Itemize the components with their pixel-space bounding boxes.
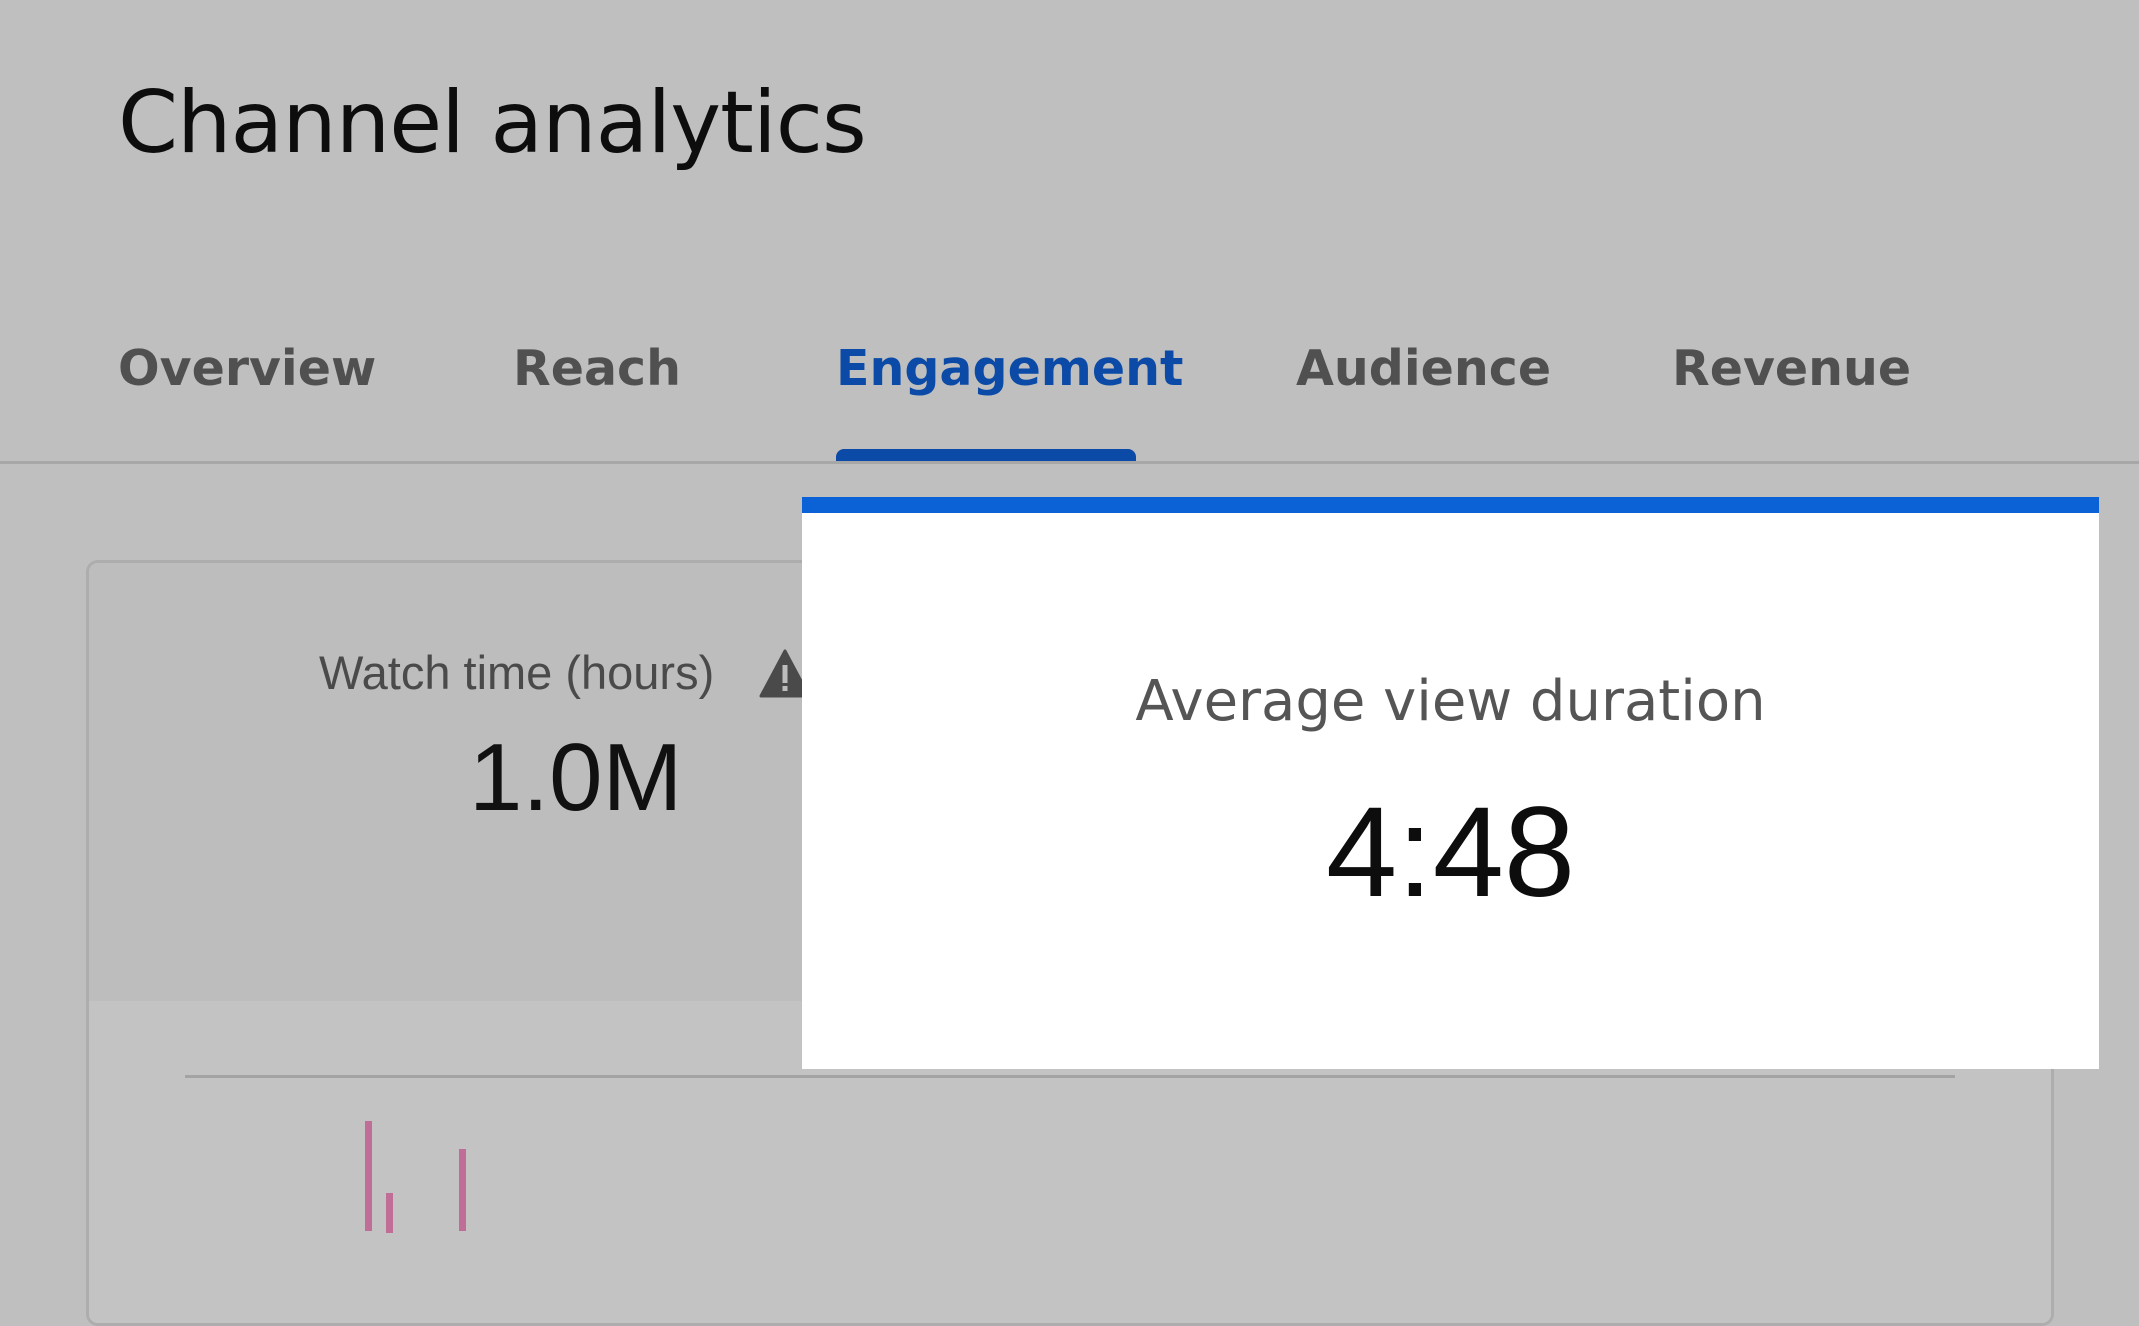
popup-accent-bar [802, 497, 2099, 513]
chart-bar [459, 1149, 466, 1231]
tab-overview[interactable]: Overview [118, 340, 376, 397]
chart-axis [185, 1075, 1955, 1078]
average-view-duration-popup: Average view duration 4:48 [802, 497, 2099, 1069]
chart-bar [365, 1121, 372, 1231]
page-title: Channel analytics [118, 73, 867, 173]
tabs-divider [0, 461, 2139, 464]
metric-label: Watch time (hours) [319, 646, 715, 699]
metric-value: 1.0M [469, 724, 683, 831]
popup-value: 4:48 [1325, 781, 1576, 924]
analytics-tabs: Overview Reach Engagement Audience Reven… [0, 330, 2139, 463]
chart-bar [386, 1193, 393, 1233]
tab-revenue[interactable]: Revenue [1672, 340, 1911, 397]
tab-engagement[interactable]: Engagement [836, 340, 1183, 397]
tab-reach[interactable]: Reach [513, 340, 681, 397]
popup-label: Average view duration [1135, 669, 1766, 734]
tab-audience[interactable]: Audience [1296, 340, 1551, 397]
